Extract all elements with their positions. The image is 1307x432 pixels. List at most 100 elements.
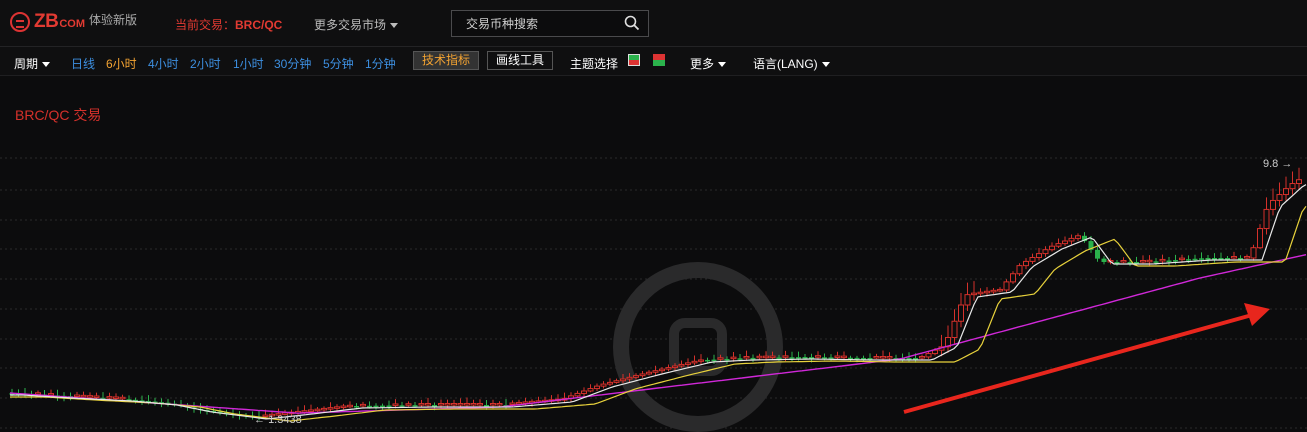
interval-2h[interactable]: 2小时	[190, 55, 221, 72]
theme-swatch-red-up[interactable]	[653, 54, 665, 66]
candle	[165, 398, 171, 407]
candle	[1068, 234, 1075, 245]
candle	[1140, 255, 1146, 264]
ma-line-mid	[10, 205, 1307, 422]
language-label: 语言(LANG)	[753, 57, 818, 71]
interval-30m[interactable]: 30分钟	[274, 55, 311, 72]
candlestick-chart[interactable]: 9.8 → ← 1.3438	[0, 76, 1307, 431]
candle	[633, 373, 639, 380]
candle	[139, 395, 145, 405]
more-dropdown[interactable]: 更多	[690, 55, 727, 72]
candle	[607, 378, 613, 387]
candle	[1270, 188, 1276, 216]
candle	[613, 378, 620, 384]
candle	[1276, 182, 1283, 207]
more-markets-dropdown[interactable]: 更多交易市场	[314, 16, 399, 33]
candle	[971, 281, 977, 301]
logo[interactable]: ZB COM 体验新版	[10, 10, 137, 34]
candle	[769, 351, 776, 360]
candle	[594, 383, 600, 392]
candle	[418, 399, 425, 408]
indicators-button[interactable]: 技术指标	[413, 51, 480, 70]
candle	[1010, 271, 1016, 284]
candle	[1114, 259, 1120, 266]
candle	[1042, 246, 1049, 257]
theme-swatch-green-up[interactable]	[628, 54, 640, 66]
candle	[159, 398, 164, 408]
candle	[951, 309, 958, 344]
new-version-link[interactable]: 体验新版	[89, 11, 137, 28]
candle	[1296, 167, 1302, 190]
candle	[1289, 171, 1296, 195]
candle	[308, 404, 314, 413]
period-label: 周期	[14, 57, 39, 71]
chevron-down-icon	[718, 62, 727, 68]
chevron-down-icon	[390, 23, 399, 29]
candle	[581, 387, 587, 398]
period-dropdown[interactable]: 周期	[14, 55, 51, 72]
candle	[152, 397, 158, 406]
candle	[861, 355, 866, 362]
candle	[503, 399, 509, 410]
candle	[373, 403, 379, 410]
candle	[600, 381, 607, 389]
candle	[945, 325, 951, 353]
candle	[743, 350, 750, 361]
candle	[405, 401, 412, 407]
interval-1d[interactable]: 日线	[71, 55, 95, 72]
candle	[964, 282, 971, 311]
current-trade: 当前交易：BRC/QC	[175, 16, 282, 33]
more-label: 更多	[690, 57, 715, 71]
candle	[360, 401, 366, 408]
candle	[172, 400, 177, 407]
candle	[646, 370, 652, 376]
candle	[958, 293, 964, 328]
interval-1h[interactable]: 1小时	[233, 55, 264, 72]
language-dropdown[interactable]: 语言(LANG)	[753, 55, 830, 72]
candle	[334, 404, 340, 411]
candle	[750, 354, 756, 363]
candle	[451, 399, 457, 408]
candle	[340, 403, 347, 410]
theme-label: 主题选择	[570, 57, 619, 71]
candle	[1055, 238, 1062, 248]
candle	[997, 287, 1003, 293]
candle	[380, 403, 385, 411]
candle	[568, 392, 574, 402]
candle	[1023, 258, 1029, 270]
interval-6h[interactable]: 6小时	[106, 55, 137, 72]
interval-4h[interactable]: 4小时	[148, 55, 179, 72]
current-trade-pair: BRC/QC	[235, 18, 283, 32]
search-icon[interactable]	[624, 15, 640, 31]
interval-1m[interactable]: 1分钟	[365, 55, 396, 72]
candle	[1205, 255, 1211, 264]
candle	[919, 354, 925, 360]
candle	[698, 354, 704, 365]
interval-5m[interactable]: 5分钟	[323, 55, 354, 72]
candle	[1075, 233, 1081, 241]
top-bar: ZB COM 体验新版 当前交易：BRC/QC 更多交易市场	[0, 0, 1307, 47]
candle	[620, 374, 626, 384]
candle	[106, 392, 113, 400]
candle	[672, 363, 678, 371]
candle	[1166, 256, 1172, 266]
logo-icon	[10, 12, 30, 32]
ma-line-long	[9, 254, 1307, 414]
search-input[interactable]	[464, 16, 618, 32]
candle	[1120, 257, 1127, 264]
draw-tools-button[interactable]: 画线工具	[487, 51, 554, 70]
search-box	[451, 10, 649, 37]
chevron-down-icon	[821, 62, 830, 68]
candle	[561, 392, 568, 403]
candle	[691, 355, 698, 366]
candle	[873, 353, 880, 360]
candle	[990, 287, 997, 294]
candle	[1244, 254, 1250, 260]
candle	[1036, 248, 1042, 261]
candle	[685, 358, 691, 369]
chart-title: BRC/QC 交易	[15, 107, 102, 123]
min-price-label: ← 1.3438	[254, 414, 302, 426]
candle	[678, 360, 685, 368]
candle	[834, 351, 841, 360]
candle	[1003, 279, 1010, 292]
